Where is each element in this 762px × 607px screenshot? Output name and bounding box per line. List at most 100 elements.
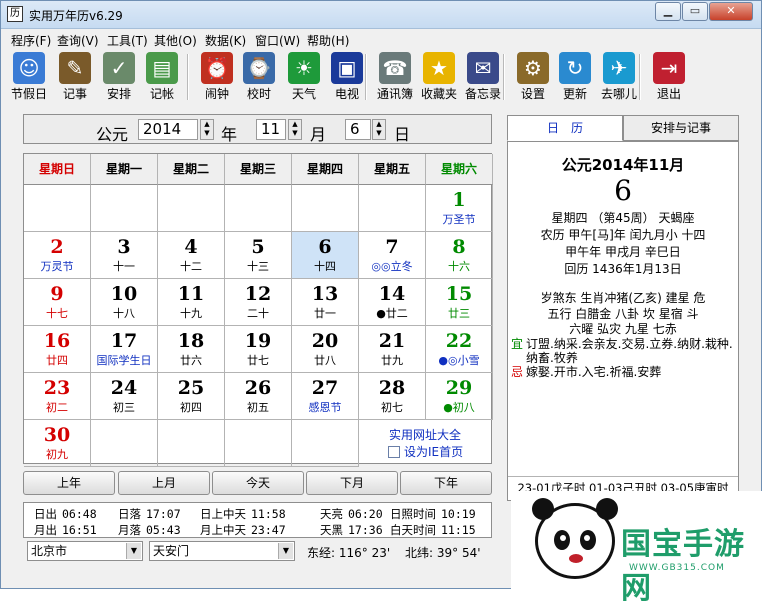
day-input[interactable]: 6: [345, 119, 371, 140]
calendar-day-cell[interactable]: 11 十九: [158, 279, 225, 326]
toolbar-button-holiday[interactable]: ☺ 节假日: [7, 50, 51, 104]
toolbar-separator: [503, 54, 505, 100]
calendar-day-cell[interactable]: 8 十六: [426, 232, 493, 279]
today-button[interactable]: 今天: [212, 471, 304, 495]
calendar-day-cell[interactable]: 3 十一: [91, 232, 158, 279]
toolbar-button-qunar-camel[interactable]: ✈ 去哪儿: [597, 50, 641, 104]
prev-year-button[interactable]: 上年: [23, 471, 115, 495]
toolbar-button-weather[interactable]: ☀ 天气: [282, 50, 326, 104]
calendar-day-cell[interactable]: 15 廿三: [426, 279, 493, 326]
calendar-day-cell[interactable]: 30 初九: [24, 420, 91, 467]
calendar-day-cell[interactable]: 7 ◎◎立冬: [359, 232, 426, 279]
day-number: 12: [244, 283, 272, 305]
toolbar-label: 电视: [334, 87, 359, 101]
day-subtext: 初二: [46, 401, 68, 414]
month-input[interactable]: 11: [256, 119, 286, 140]
tab-schedule-notes[interactable]: 安排与记事: [623, 115, 739, 141]
toolbar-button-settings[interactable]: ⚙ 设置: [511, 50, 555, 104]
weather-icon: ☀: [288, 52, 320, 84]
calendar-day-cell[interactable]: 28 初七: [359, 373, 426, 420]
city-select[interactable]: 北京市 ▼: [27, 541, 143, 561]
favorites-star-icon: ★: [423, 52, 455, 84]
calendar-day-cell[interactable]: 23 初二: [24, 373, 91, 420]
site-links-link[interactable]: 实用网址大全: [389, 426, 461, 443]
calendar-app-icon[interactable]: 历: [7, 6, 23, 22]
menu-query[interactable]: 查询(V): [57, 32, 99, 49]
day-spinner[interactable]: ▲ ▼: [372, 119, 386, 140]
detail-heading: 公元2014年11月: [561, 156, 685, 174]
toolbar-button-tv[interactable]: ▣ 电视: [325, 50, 369, 104]
calendar-day-cell[interactable]: 13 廿一: [292, 279, 359, 326]
toolbar-button-notes[interactable]: ✎ 记事: [53, 50, 97, 104]
place-select[interactable]: 天安门 ▼: [149, 541, 295, 561]
calendar-day-cell[interactable]: 25 初四: [158, 373, 225, 420]
menu-tools[interactable]: 工具(T): [107, 32, 148, 49]
calendar-day-cell[interactable]: 1 万圣节: [426, 185, 493, 232]
calendar-day-cell[interactable]: 6 十四: [292, 232, 359, 279]
day-number: 18: [177, 330, 205, 352]
close-button[interactable]: ✕: [709, 2, 753, 21]
calendar-day-cell[interactable]: 27 感恩节: [292, 373, 359, 420]
calendar-day-cell[interactable]: 10 十八: [91, 279, 158, 326]
sun-moon-label: 月落: [118, 523, 141, 537]
calendar-day-cell[interactable]: 17 国际学生日: [91, 326, 158, 373]
calendar-day-cell[interactable]: 9 十七: [24, 279, 91, 326]
calendar-day-cell[interactable]: 20 廿八: [292, 326, 359, 373]
toolbar-button-update[interactable]: ↻ 更新: [553, 50, 597, 104]
tab-calendar[interactable]: 日 历: [507, 115, 623, 141]
year-spinner[interactable]: ▲ ▼: [200, 119, 214, 140]
sun-moon-item: 天亮 06:20: [320, 506, 383, 522]
weekday-header: 星期五: [359, 154, 426, 185]
toolbar-button-alarm-clock[interactable]: ⏰ 闹钟: [195, 50, 239, 104]
toolbar-button-ledger[interactable]: ▤ 记帐: [140, 50, 184, 104]
day-number: 28: [378, 377, 406, 399]
toolbar-button-address-book[interactable]: ☎ 通讯簿: [373, 50, 417, 104]
minimize-button[interactable]: ▁: [655, 2, 681, 21]
year-input[interactable]: 2014: [138, 119, 198, 140]
calendar-day-cell[interactable]: 21 廿九: [359, 326, 426, 373]
day-subtext: 感恩节: [308, 401, 342, 414]
day-number: 6: [318, 236, 332, 258]
weekday-header: 星期六: [426, 154, 493, 185]
day-subtext: 初七: [381, 401, 403, 414]
sun-moon-label: 月出: [34, 523, 57, 537]
calendar-day-cell[interactable]: 22 ●◎小雪: [426, 326, 493, 373]
toolbar-button-favorites-star[interactable]: ★ 收藏夹: [417, 50, 461, 104]
menu-window[interactable]: 窗口(W): [255, 32, 300, 49]
next-month-button[interactable]: 下月: [306, 471, 398, 495]
panda-mouth: [569, 554, 583, 563]
calendar-day-cell[interactable]: 24 初三: [91, 373, 158, 420]
day-subtext: 初四: [180, 401, 202, 414]
calendar-day-cell[interactable]: 16 廿四: [24, 326, 91, 373]
sun-moon-item: 日出 06:48: [34, 506, 97, 522]
set-homepage-checkbox[interactable]: [388, 446, 400, 458]
maximize-button[interactable]: ▭: [682, 2, 708, 21]
calendar-day-cell[interactable]: 29 ●初八: [426, 373, 493, 420]
menu-program[interactable]: 程序(F): [11, 32, 51, 49]
toolbar-button-time-sync[interactable]: ⌚ 校时: [237, 50, 281, 104]
toolbar-button-memo[interactable]: ✉ 备忘录: [461, 50, 505, 104]
toolbar-button-schedule[interactable]: ✓ 安排: [97, 50, 141, 104]
calendar-day-cell[interactable]: 19 廿七: [225, 326, 292, 373]
sun-moon-item: 日上中天 11:58: [200, 506, 286, 522]
prev-month-button[interactable]: 上月: [118, 471, 210, 495]
calendar-day-cell[interactable]: 26 初五: [225, 373, 292, 420]
calendar-day-cell[interactable]: 18 廿六: [158, 326, 225, 373]
calendar-day-cell[interactable]: 14 ●廿二: [359, 279, 426, 326]
panda-ear-left: [532, 498, 554, 520]
yi-text: 订盟.纳采.会亲友.交易.立券.纳财.栽种.纳畜.牧养: [526, 337, 733, 365]
next-year-button[interactable]: 下年: [400, 471, 492, 495]
toolbar-button-exit-door[interactable]: ⇥ 退出: [647, 50, 691, 104]
calendar-day-cell[interactable]: 4 十二: [158, 232, 225, 279]
month-spinner[interactable]: ▲ ▼: [288, 119, 302, 140]
menu-data[interactable]: 数据(K): [205, 32, 246, 49]
day-subtext: 廿六: [180, 354, 202, 367]
day-number: 26: [244, 377, 272, 399]
calendar-day-cell[interactable]: 12 二十: [225, 279, 292, 326]
menu-other[interactable]: 其他(O): [154, 32, 197, 49]
calendar-day-cell[interactable]: 5 十三: [225, 232, 292, 279]
day-number: 27: [311, 377, 339, 399]
calendar-day-cell[interactable]: 2 万灵节: [24, 232, 91, 279]
menu-help[interactable]: 帮助(H): [307, 32, 349, 49]
calendar-empty-cell: [158, 420, 225, 467]
